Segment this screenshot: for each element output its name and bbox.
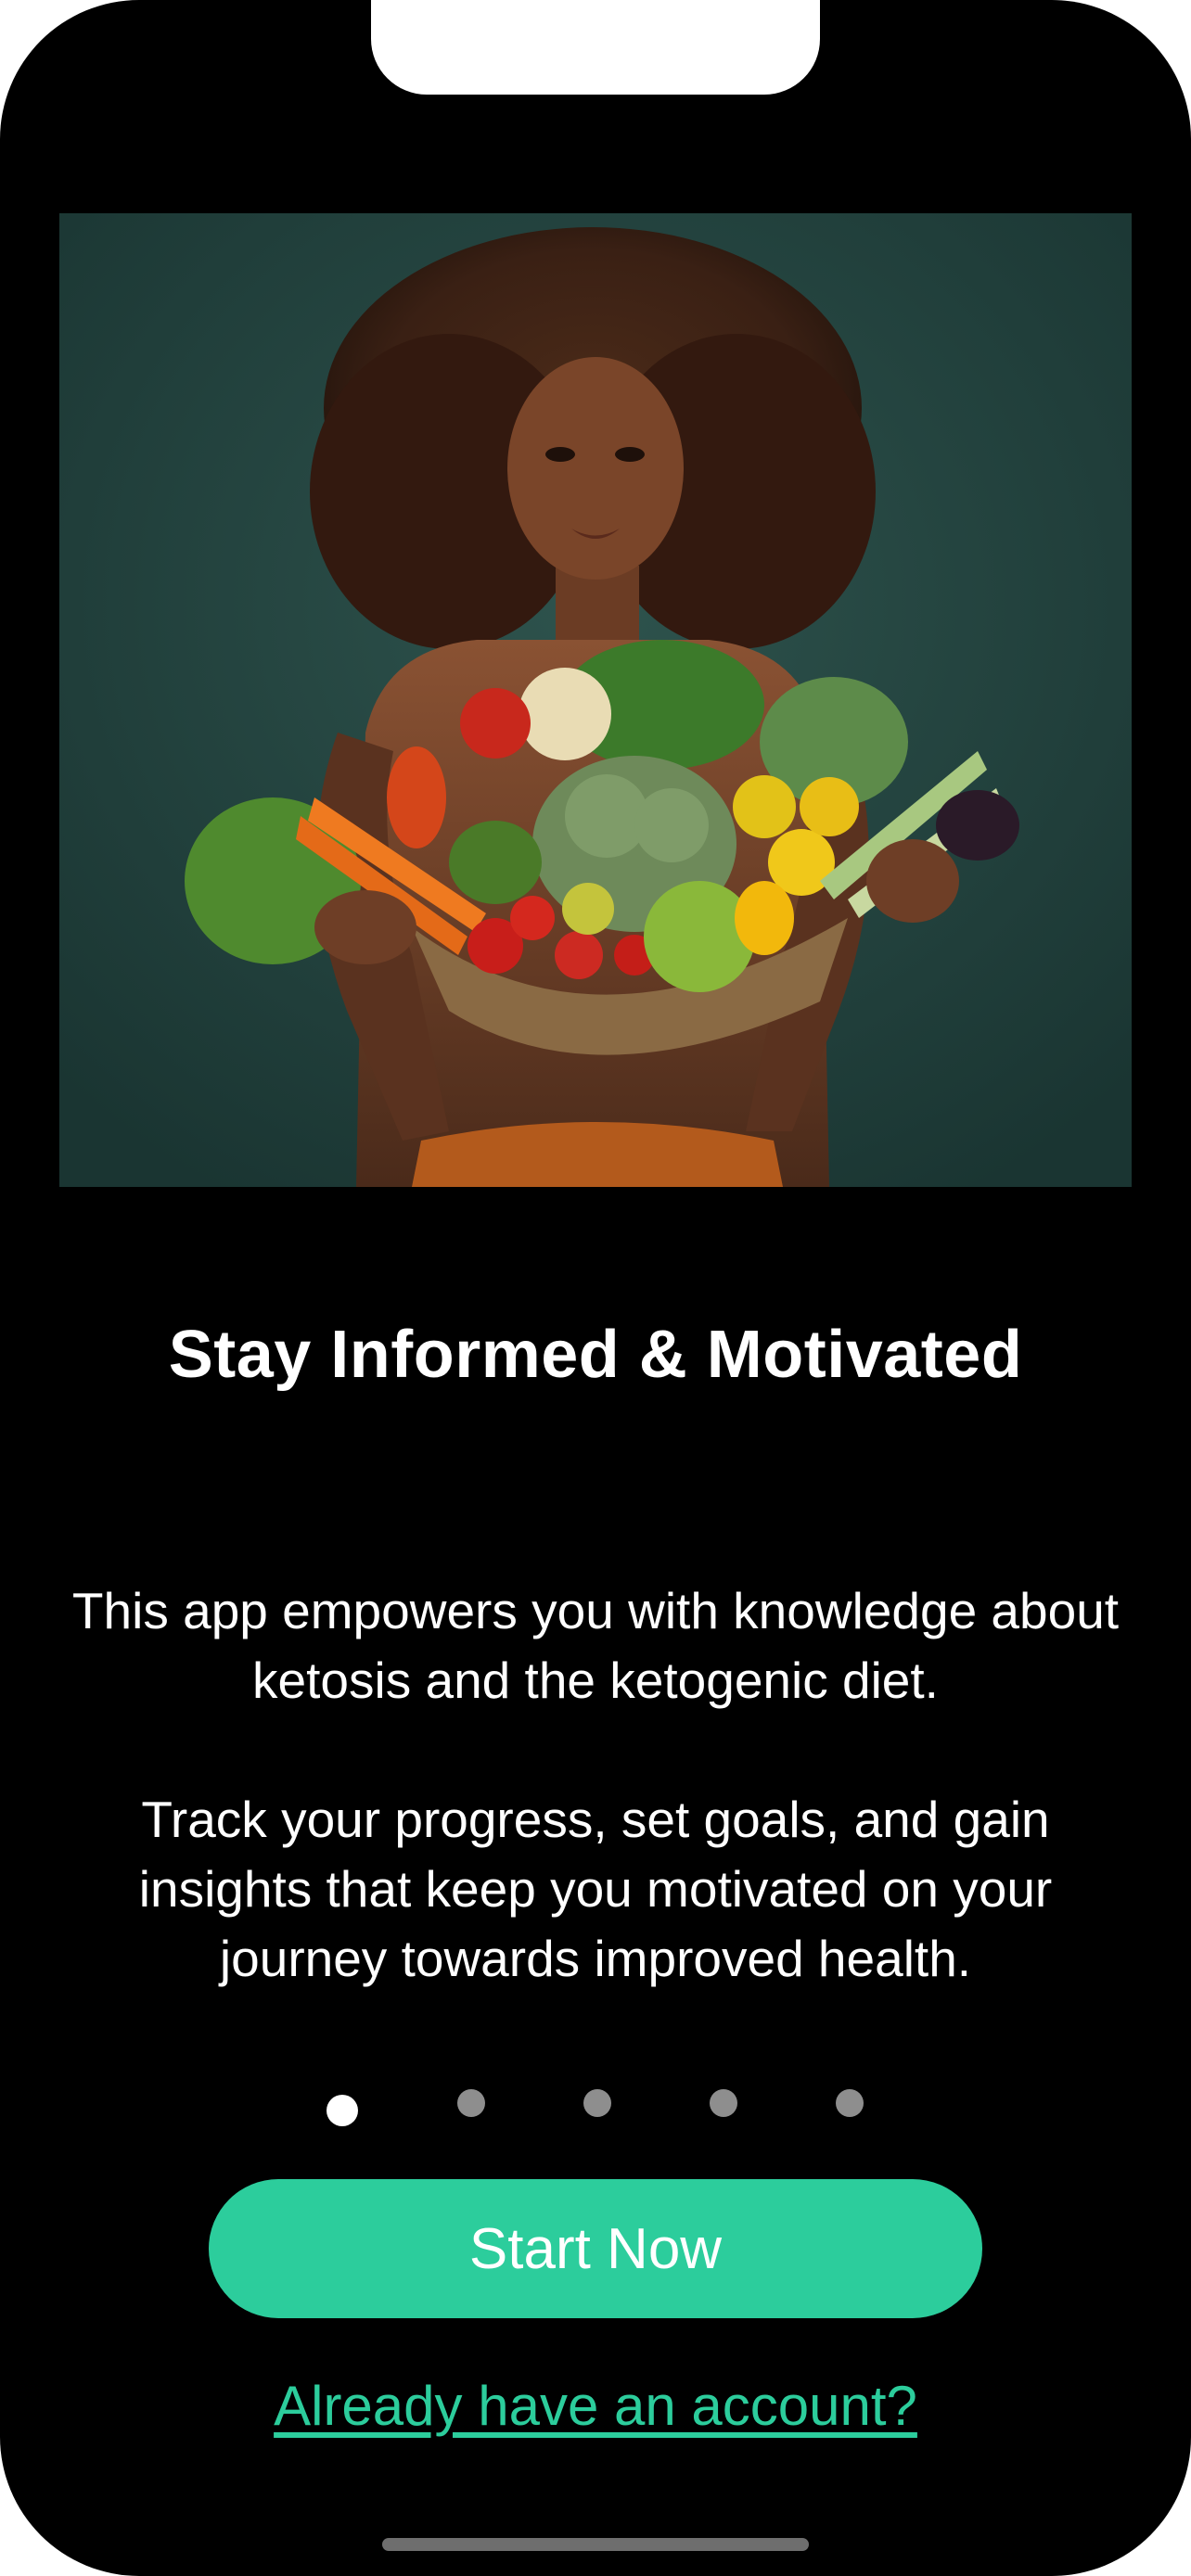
already-have-account-link[interactable]: Already have an account?: [0, 2374, 1191, 2438]
hero-image: [59, 213, 1132, 1187]
page-indicator[interactable]: [0, 2080, 1191, 2136]
page-dot-4[interactable]: [710, 2089, 737, 2117]
start-now-button[interactable]: Start Now: [209, 2179, 982, 2318]
page-title: Stay Informed & Motivated: [168, 1318, 1023, 1392]
page-dot-5[interactable]: [836, 2089, 864, 2117]
woman-with-vegetables-illustration: [59, 213, 1132, 1187]
description-paragraph-2: Track your progress, set goals, and gain…: [138, 1791, 1053, 1987]
description-paragraph-1: This app empowers you with knowledge abo…: [71, 1582, 1120, 1709]
page-dot-1-active[interactable]: [327, 2095, 358, 2126]
page-dot-2[interactable]: [457, 2089, 485, 2117]
phone-screen: Stay Informed & Motivated This app empow…: [0, 0, 1191, 2576]
home-indicator[interactable]: [382, 2538, 809, 2551]
device-notch: [371, 0, 820, 95]
page-dot-3[interactable]: [583, 2089, 611, 2117]
